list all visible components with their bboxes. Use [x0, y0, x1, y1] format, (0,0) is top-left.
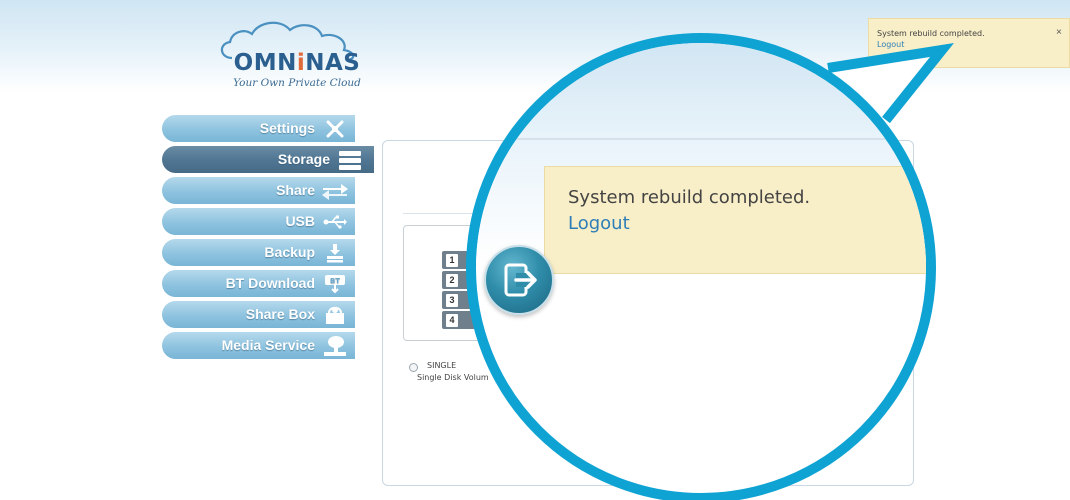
- notification-message-zoomed: System rebuild completed.: [568, 187, 811, 208]
- exit-arrow-icon: [504, 263, 537, 297]
- notification-banner-zoomed: System rebuild completed. Logout: [544, 166, 926, 274]
- logout-link-zoomed[interactable]: Logout: [568, 213, 630, 234]
- magnified-panel-edge: [476, 138, 926, 140]
- logout-go-button[interactable]: [484, 245, 554, 315]
